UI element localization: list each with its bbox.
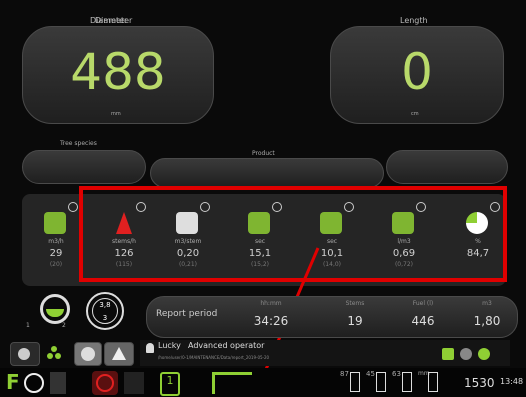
info-icon[interactable] — [68, 202, 78, 212]
length-value: 0 — [401, 43, 433, 101]
stat-column[interactable]: m3/h 29 (20) — [30, 198, 82, 278]
diameter-unit: mm — [111, 111, 121, 117]
extra-field[interactable] — [386, 150, 508, 184]
tank-4-icon — [428, 372, 438, 392]
length-unit: cm — [411, 111, 419, 117]
stat-value: 29 — [49, 248, 63, 259]
gauge-dial-icon[interactable] — [40, 294, 70, 324]
corner-left-a: 1 — [26, 322, 30, 329]
gauge-sub: 3 — [102, 314, 108, 322]
logs-stack-icon — [44, 212, 66, 234]
length-title: Length — [400, 16, 428, 25]
tank-1-icon — [350, 372, 360, 392]
stat-label: m3/h — [48, 238, 64, 245]
badge-one[interactable]: 1 — [160, 372, 180, 396]
w-mode-icon[interactable] — [24, 373, 44, 393]
f-mode-label: F — [6, 370, 20, 394]
camera-button[interactable] — [10, 342, 40, 366]
tank-1-value: 87 — [340, 370, 349, 378]
stat-sub: (20) — [49, 261, 63, 268]
report-value: 34:26 — [253, 314, 289, 328]
bottom-bar — [0, 368, 526, 397]
product-title: Product — [252, 150, 275, 157]
report-value: 1,80 — [473, 314, 501, 328]
rpm-value: 1530 — [464, 376, 495, 390]
diameter-panel: Diameter 488 mm — [22, 16, 214, 124]
logs-button[interactable] — [44, 342, 70, 364]
report-label: Report period — [156, 309, 218, 319]
report-header: hh:mm — [260, 300, 282, 307]
tank-2-icon — [376, 372, 386, 392]
stop-button[interactable] — [92, 371, 118, 395]
tank-2-value: 45 — [366, 370, 375, 378]
gauge-text: 3,8 — [99, 301, 111, 309]
species-field[interactable] — [22, 150, 146, 184]
operator-role: Advanced operator — [188, 341, 265, 350]
engine-icon[interactable] — [50, 372, 66, 394]
operator-name: Lucky — [158, 341, 181, 350]
warning-button[interactable] — [104, 342, 134, 366]
product-field[interactable] — [150, 158, 384, 188]
report-value: 19 — [347, 314, 363, 328]
operator-icon — [146, 343, 154, 353]
report-value: 446 — [411, 314, 435, 328]
speed-gauge-icon[interactable]: 3,8 3 — [86, 292, 124, 330]
gear-icon[interactable] — [124, 372, 144, 394]
report-header: m3 — [482, 300, 492, 307]
diameter-value: 488 — [70, 43, 166, 101]
diameter-title: Diameter — [90, 16, 128, 25]
network-icons — [438, 344, 498, 362]
tank-3-value: 63 — [392, 370, 401, 378]
clock-time: 13:48 — [500, 377, 524, 386]
corner-left-b: 2 — [62, 322, 66, 329]
highlight-box — [79, 186, 507, 282]
report-header: Stems — [345, 300, 365, 307]
clock-button[interactable] — [74, 342, 102, 366]
file-path: /home/user/0-1/MAINTENANCE/Data/report_2… — [158, 355, 270, 360]
report-header: Fuel (l) — [412, 300, 434, 307]
crane-icon[interactable] — [212, 372, 252, 394]
length-panel: 0 cm — [330, 26, 504, 124]
species-title: Tree species — [60, 140, 97, 147]
tank-3-icon — [402, 372, 412, 392]
